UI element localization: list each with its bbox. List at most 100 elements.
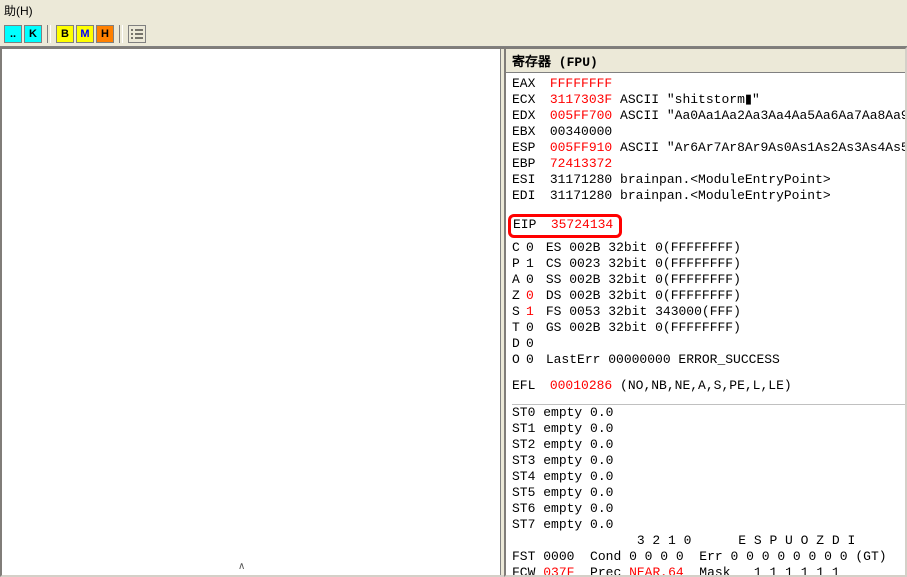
toolbar-btn-k[interactable]: K bbox=[24, 25, 42, 43]
flag-d-val: 0 bbox=[526, 336, 538, 352]
reg-edx-asc: ASCII "Aa0Aa1Aa2Aa3Aa4Aa5Aa6Aa7Aa8Aa9 bbox=[620, 108, 905, 123]
efl-desc: (NO,NB,NE,A,S,PE,L,LE) bbox=[620, 378, 792, 393]
st6-state: empty bbox=[543, 501, 582, 516]
reg-ecx-val: 3117303F bbox=[550, 92, 612, 107]
flag-z-name: Z bbox=[512, 288, 526, 304]
reg-edx-name: EDX bbox=[512, 108, 542, 124]
registers-content[interactable]: EAX FFFFFFFF ECX 3117303F ASCII "shitsto… bbox=[506, 73, 905, 575]
reg-esi-val: 31171280 bbox=[550, 172, 612, 187]
seg-gs-val: 002B bbox=[569, 320, 600, 335]
st6-val: 0.0 bbox=[590, 501, 613, 516]
toolbar: .. K B M H bbox=[0, 21, 907, 47]
flag-t-name: T bbox=[512, 320, 526, 336]
fcw-prec-label: Prec bbox=[590, 565, 621, 575]
reg-esi-name: ESI bbox=[512, 172, 542, 188]
st2-state: empty bbox=[543, 437, 582, 452]
seg-cs-bits: 32bit bbox=[608, 256, 647, 271]
seg-es-range: 0(FFFFFFFF) bbox=[655, 240, 741, 255]
seg-cs-range: 0(FFFFFFFF) bbox=[655, 256, 741, 271]
reg-edi-val: 31171280 bbox=[550, 188, 612, 203]
seg-fs-bits: 32bit bbox=[608, 304, 647, 319]
reg-esp-val: 005FF910 bbox=[550, 140, 612, 155]
reg-ecx-asc: ASCII "shitstorm▮" bbox=[620, 92, 760, 107]
seg-gs: GS bbox=[546, 320, 562, 335]
st6-name: ST6 bbox=[512, 501, 535, 516]
menu-help[interactable]: 助(H) bbox=[0, 0, 907, 21]
reg-eax-name: EAX bbox=[512, 76, 542, 92]
reg-esp-name: ESP bbox=[512, 140, 542, 156]
st0-name: ST0 bbox=[512, 405, 535, 420]
seg-fs: FS bbox=[546, 304, 562, 319]
st3-name: ST3 bbox=[512, 453, 535, 468]
fpu-hdr-espuozdi: E S P U O Z D I bbox=[738, 533, 855, 548]
seg-ds-val: 002B bbox=[569, 288, 600, 303]
seg-ss: SS bbox=[546, 272, 562, 287]
seg-es: ES bbox=[546, 240, 562, 255]
st0-state: empty bbox=[543, 405, 582, 420]
disasm-panel[interactable]: ∧ bbox=[0, 47, 504, 577]
seg-ds-range: 0(FFFFFFFF) bbox=[655, 288, 741, 303]
fst-gt: (GT) bbox=[855, 549, 886, 564]
flag-c-name: C bbox=[512, 240, 526, 256]
seg-es-val: 002B bbox=[569, 240, 600, 255]
st2-name: ST2 bbox=[512, 437, 535, 452]
st7-val: 0.0 bbox=[590, 517, 613, 532]
st5-name: ST5 bbox=[512, 485, 535, 500]
fpu-hdr-3210: 3 2 1 0 bbox=[637, 533, 692, 548]
fst-val: 0000 bbox=[543, 549, 574, 564]
registers-panel-title[interactable]: 寄存器 (FPU) bbox=[506, 49, 905, 73]
flag-a-name: A bbox=[512, 272, 526, 288]
seg-gs-range: 0(FFFFFFFF) bbox=[655, 320, 741, 335]
st7-name: ST7 bbox=[512, 517, 535, 532]
reg-ecx-name: ECX bbox=[512, 92, 542, 108]
flag-o-name: O bbox=[512, 352, 526, 368]
reg-ebx-name: EBX bbox=[512, 124, 542, 140]
fst-name: FST bbox=[512, 549, 535, 564]
efl-val: 00010286 bbox=[550, 378, 612, 393]
toolbar-btn-list[interactable] bbox=[128, 25, 146, 43]
seg-fs-val: 0053 bbox=[569, 304, 600, 319]
reg-esi-asc: brainpan.<ModuleEntryPoint> bbox=[620, 172, 831, 187]
st1-state: empty bbox=[543, 421, 582, 436]
seg-ds: DS bbox=[546, 288, 562, 303]
fst-err-bits: 0 0 0 0 0 0 0 0 bbox=[731, 549, 848, 564]
st3-val: 0.0 bbox=[590, 453, 613, 468]
toolbar-btn-dots[interactable]: .. bbox=[4, 25, 22, 43]
seg-fs-range: 343000(FFF) bbox=[655, 304, 741, 319]
st5-state: empty bbox=[543, 485, 582, 500]
flag-s-val: 1 bbox=[526, 304, 538, 320]
st4-state: empty bbox=[543, 469, 582, 484]
fst-cond-label: Cond bbox=[590, 549, 621, 564]
seg-gs-bits: 32bit bbox=[608, 320, 647, 335]
seg-ss-range: 0(FFFFFFFF) bbox=[655, 272, 741, 287]
st3-state: empty bbox=[543, 453, 582, 468]
seg-cs: CS bbox=[546, 256, 562, 271]
st5-val: 0.0 bbox=[590, 485, 613, 500]
seg-ss-val: 002B bbox=[569, 272, 600, 287]
flag-d-name: D bbox=[512, 336, 526, 352]
fcw-mask-label: Mask bbox=[699, 565, 730, 575]
flag-p-name: P bbox=[512, 256, 526, 272]
scroll-up-icon[interactable]: ∧ bbox=[238, 561, 248, 573]
reg-edx-val: 005FF700 bbox=[550, 108, 612, 123]
reg-ebx-val: 00340000 bbox=[550, 124, 612, 139]
fst-err-label: Err bbox=[699, 549, 722, 564]
st1-val: 0.0 bbox=[590, 421, 613, 436]
reg-eax-val: FFFFFFFF bbox=[550, 76, 612, 91]
registers-panel: 寄存器 (FPU) EAX FFFFFFFF ECX 3117303F ASCI… bbox=[504, 47, 907, 577]
toolbar-btn-h[interactable]: H bbox=[96, 25, 114, 43]
fcw-mask-bits: 1 1 1 1 1 1 bbox=[754, 565, 840, 575]
list-icon bbox=[131, 29, 143, 39]
flag-s-name: S bbox=[512, 304, 526, 320]
toolbar-btn-m[interactable]: M bbox=[76, 25, 94, 43]
main-area: ∧ 寄存器 (FPU) EAX FFFFFFFF ECX 3117303F AS… bbox=[0, 47, 907, 577]
flag-c-val: 0 bbox=[526, 240, 538, 256]
st2-val: 0.0 bbox=[590, 437, 613, 452]
lasterr: LastErr 00000000 ERROR_SUCCESS bbox=[546, 352, 780, 367]
reg-edi-name: EDI bbox=[512, 188, 542, 204]
fcw-name: FCW bbox=[512, 565, 535, 575]
reg-esp-asc: ASCII "Ar6Ar7Ar8Ar9As0As1As2As3As4As5 bbox=[620, 140, 905, 155]
flag-a-val: 0 bbox=[526, 272, 538, 288]
toolbar-btn-b[interactable]: B bbox=[56, 25, 74, 43]
flag-p-val: 1 bbox=[526, 256, 538, 272]
